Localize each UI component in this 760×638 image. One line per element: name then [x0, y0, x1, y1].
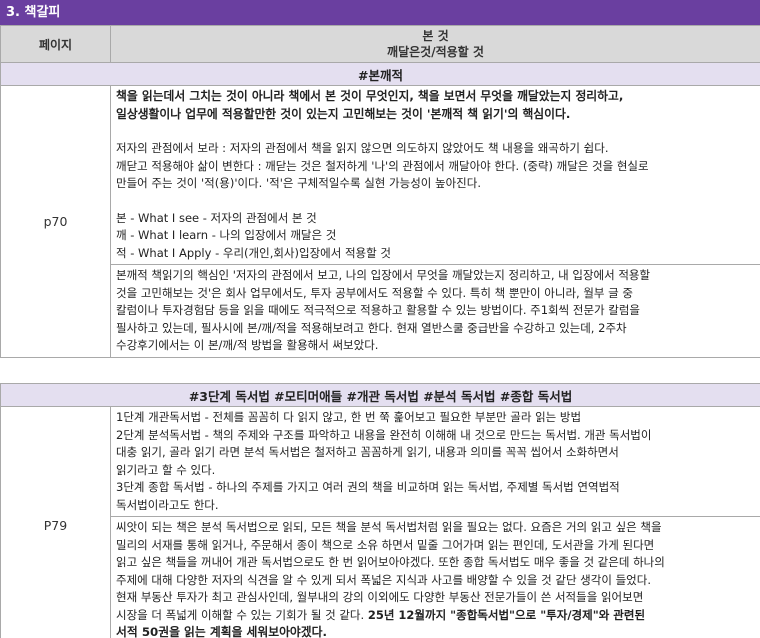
list-item: 적 - What I Apply - 우리(개인,회사)입장에서 적용할 것 — [116, 245, 391, 260]
note-content: 본깨적 책읽기의 핵심인 '저자의 관점에서 보고, 나의 입장에서 무엇을 깨… — [110, 264, 760, 358]
section-row-1: #본깨적 — [0, 62, 760, 86]
note-line: 것을 고민해보는 것'은 회사 업무에서도, 투자 공부에서도 적용할 수 있다… — [116, 285, 633, 300]
content-row: p70 책을 읽는데서 그치는 것이 아니라 책에서 본 것이 무엇인지, 책을… — [0, 85, 760, 358]
note-line: 칼럼이나 투자경험담 등을 읽을 때에도 적극적으로 적용하고 활용할 수 있는… — [116, 303, 641, 317]
main-para-line: 깨닫고 적용해야 삶이 변한다 : 깨닫는 것은 철저하게 '나'의 관점에서 … — [116, 158, 649, 173]
main-line: 독서법이라고도 한다. — [116, 497, 219, 512]
main-para-line: 만들어 주는 것이 '적(용)'이다. '적'은 구체적일수록 실현 가능성이 … — [116, 176, 481, 190]
header-row: 페이지 본 것 깨달은것/적용할 것 — [0, 25, 760, 63]
main-content: 책을 읽는데서 그치는 것이 아니라 책에서 본 것이 무엇인지, 책을 보면서… — [110, 85, 760, 265]
note-line: 밀리의 서재를 통해 읽거나, 주문해서 종이 책으로 소유 하면서 밑줄 그어… — [116, 537, 655, 552]
header-content-label: 본 것 깨달은것/적용할 것 — [110, 25, 760, 63]
page-number: p70 — [0, 85, 111, 358]
note-line: 시장을 더 폭넓게 이해할 수 있는 기회가 될 것 같다. — [116, 607, 365, 622]
main-bold-line: 일상생활이나 업무에 적용할만한 것이 있는지 고민해보는 것이 '본깨적 책 … — [116, 106, 571, 121]
list-item: 깨 - What I learn - 나의 입장에서 깨달은 것 — [116, 228, 337, 242]
header-page-label: 페이지 — [0, 25, 111, 63]
section-title: 3. 책갈피 — [0, 0, 760, 25]
content-row: P79 1단계 개관독서법 - 전체를 꼼꼼히 다 읽지 않고, 한 번 쭉 훑… — [0, 406, 760, 638]
plan-bold-a: 25년 12월까지 "종합독서법"으로 "투자/경제"와 관련된 — [367, 607, 646, 622]
section-row-2: #3단계 독서법 #모티머애들 #개관 독서법 #분석 독서법 #종합 독서법 — [0, 383, 760, 407]
note-line: 읽고 싶은 책들을 꺼내어 개관 독서법으로도 한 번 읽어보아야겠다. 또한 … — [116, 555, 665, 569]
note-content: 씨앗이 되는 책은 분석 독서법으로 읽되, 모든 책을 분석 독서법처럼 읽을… — [109, 516, 760, 638]
note-line: 필사하고 있는데, 필사시에 본/깨/적을 적용해보려고 한다. 현재 열반스쿨… — [116, 320, 627, 335]
note-row: 씨앗이 되는 책은 분석 독서법으로 읽되, 모든 책을 분석 독서법처럼 읽을… — [1, 516, 760, 638]
main-line: 3단계 종합 독서법 - 하나의 주제를 가지고 여러 권의 책을 비교하며 읽… — [116, 480, 620, 494]
note-line: 씨앗이 되는 책은 분석 독서법으로 읽되, 모든 책을 분석 독서법처럼 읽을… — [116, 520, 662, 534]
header-content-line1: 본 것 — [422, 29, 449, 43]
note-row: 본깨적 책읽기의 핵심인 '저자의 관점에서 보고, 나의 입장에서 무엇을 깨… — [1, 264, 760, 358]
list-item: 본 - What I see - 저자의 관점에서 본 것 — [116, 210, 317, 225]
plan-bold-b: 서적 50권을 읽는 계획을 세워보아야겠다. — [116, 625, 327, 638]
section-heading: #3단계 독서법 #모티머애들 #개관 독서법 #분석 독서법 #종합 독서법 — [0, 383, 760, 407]
note-line-with-bold: 시장을 더 폭넓게 이해할 수 있는 기회가 될 것 같다. 25년 12월까지… — [116, 607, 755, 625]
main-content: 1단계 개관독서법 - 전체를 꼼꼼히 다 읽지 않고, 한 번 쭉 훑어보고 … — [109, 406, 760, 517]
main-line: 2단계 분석독서법 - 책의 주제와 구조를 파악하고 내용을 완전히 이해해 … — [116, 427, 652, 442]
header-content-line2: 깨달은것/적용할 것 — [387, 45, 484, 59]
page-number: P79 — [0, 406, 111, 638]
main-para-line: 저자의 관점에서 보라 : 저자의 관점에서 책을 읽지 않으면 의도하지 않았… — [116, 141, 609, 155]
note-line: 본깨적 책읽기의 핵심인 '저자의 관점에서 보고, 나의 입장에서 무엇을 깨… — [116, 268, 651, 282]
note-line: 주제에 대해 다양한 저자의 식견을 알 수 있게 되서 폭넓은 지식과 사고를… — [116, 572, 651, 587]
table-1: 페이지 본 것 깨달은것/적용할 것 #본깨적 p70 책을 읽는데서 그치는 … — [0, 25, 760, 358]
main-line: 대충 읽기, 골라 읽기 라면 분석 독서법은 철저하고 꼼꼼하게 읽기, 내용… — [116, 445, 619, 459]
main-bold-line: 책을 읽는데서 그치는 것이 아니라 책에서 본 것이 무엇인지, 책을 보면서… — [116, 89, 624, 103]
note-line: 수강후기에서는 이 본/깨/적 방법을 활용해서 써보았다. — [116, 338, 379, 352]
note-line: 현재 부동산 투자가 최고 관심사인데, 월부내의 강의 이외에도 다양한 부동… — [116, 590, 644, 604]
table-2: #3단계 독서법 #모티머애들 #개관 독서법 #분석 독서법 #종합 독서법 … — [0, 383, 760, 638]
section-heading: #본깨적 — [0, 62, 760, 86]
main-line: 읽기라고 할 수 있다. — [116, 462, 216, 477]
main-line: 1단계 개관독서법 - 전체를 꼼꼼히 다 읽지 않고, 한 번 쭉 훑어보고 … — [116, 410, 582, 424]
